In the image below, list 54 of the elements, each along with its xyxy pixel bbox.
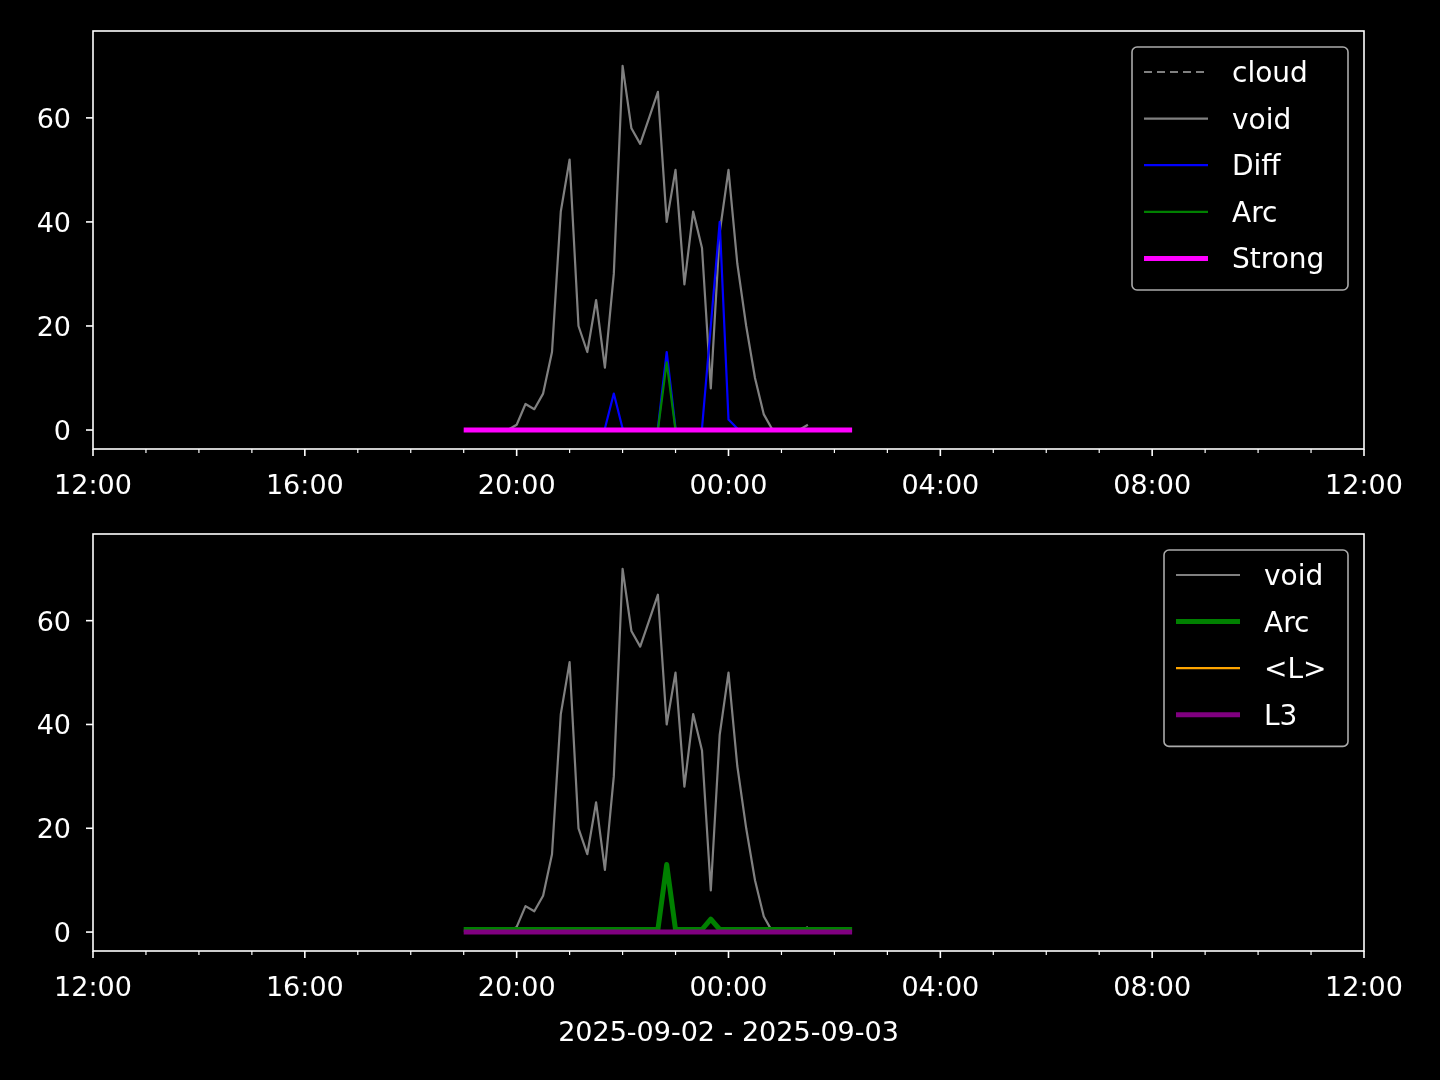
x-tick xyxy=(1151,448,1153,457)
y-tick xyxy=(85,723,94,726)
x-tick xyxy=(92,950,94,959)
x-tick xyxy=(1363,950,1365,959)
y-tick-label: 20 xyxy=(36,310,71,342)
x-tick-label: 08:00 xyxy=(1113,469,1192,500)
legend-label: Diff xyxy=(1232,149,1281,183)
x-tick-label: 20:00 xyxy=(477,469,556,500)
y-tick-label: 0 xyxy=(53,415,71,446)
x-tick-label: 00:00 xyxy=(689,971,768,1002)
x-tick xyxy=(515,448,518,457)
x-tick xyxy=(304,950,306,959)
legend-label: void xyxy=(1264,559,1324,592)
x-tick-label: 04:00 xyxy=(901,971,980,1002)
x-tick-label: 00:00 xyxy=(689,469,768,500)
x-tick-label: 12:00 xyxy=(1325,469,1403,500)
x-tick-label: 12:00 xyxy=(1325,971,1403,1002)
y-tick-label: 60 xyxy=(36,102,71,134)
y-tick-label: 40 xyxy=(36,206,71,238)
y-tick xyxy=(85,619,94,622)
y-tick xyxy=(85,325,94,327)
y-tick-label: 40 xyxy=(36,709,71,741)
y-tick-label: 60 xyxy=(36,605,71,637)
legend-label: void xyxy=(1232,102,1292,136)
y-tick-label: 20 xyxy=(36,813,71,845)
legend-label: Arc xyxy=(1232,195,1278,229)
x-tick-label: 16:00 xyxy=(265,971,344,1002)
y-tick-label: 0 xyxy=(53,917,71,949)
x-tick xyxy=(1363,448,1365,457)
x-tick-label: 20:00 xyxy=(477,971,556,1002)
x-tick xyxy=(939,950,942,959)
x-tick xyxy=(727,448,730,457)
legend-label: cloud xyxy=(1232,56,1308,89)
x-tick xyxy=(1151,950,1153,959)
legend-label: L3 xyxy=(1264,698,1298,732)
legend-label: <L> xyxy=(1264,652,1327,686)
x-axis-label: 2025-09-02 - 2025-09-03 xyxy=(558,1016,899,1047)
x-tick xyxy=(727,950,730,959)
x-tick-label: 12:00 xyxy=(54,469,132,500)
x-tick-label: 16:00 xyxy=(265,469,344,500)
y-tick xyxy=(85,117,94,119)
y-tick xyxy=(85,221,94,223)
x-tick xyxy=(92,448,94,457)
x-tick-label: 04:00 xyxy=(901,469,980,500)
y-tick xyxy=(85,429,94,431)
legend-label: Strong xyxy=(1232,242,1325,276)
x-tick-label: 08:00 xyxy=(1113,971,1192,1002)
x-tick xyxy=(515,950,518,959)
y-tick xyxy=(85,931,94,933)
x-tick-label: 12:00 xyxy=(54,971,132,1002)
y-tick xyxy=(85,827,94,830)
x-tick xyxy=(304,448,306,457)
legend-label: Arc xyxy=(1264,605,1310,639)
x-tick xyxy=(939,448,942,457)
